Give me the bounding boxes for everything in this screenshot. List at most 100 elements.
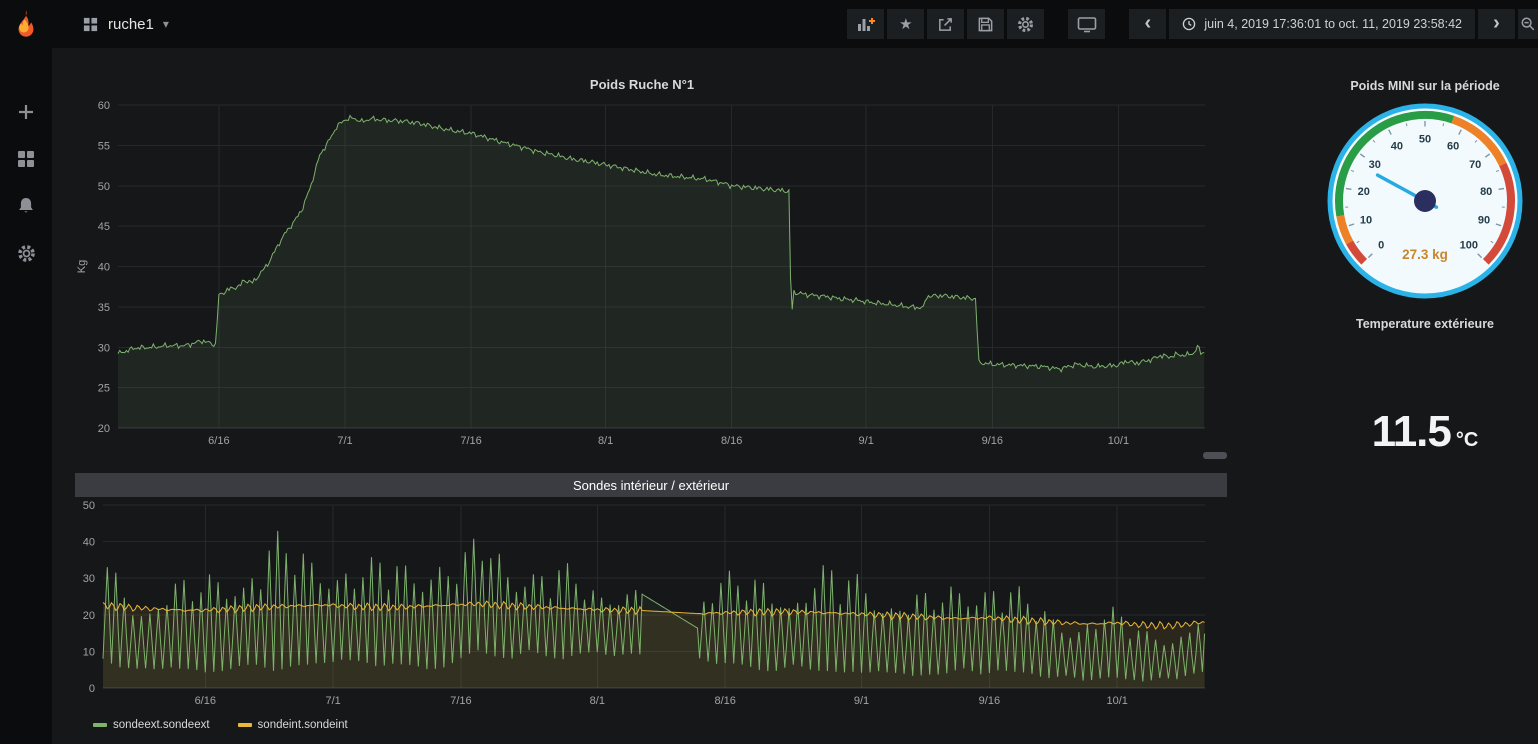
- dashboard-settings-button[interactable]: [1007, 9, 1045, 39]
- svg-text:30: 30: [83, 573, 95, 585]
- tv-icon: [1077, 17, 1097, 33]
- sidebar: [0, 0, 52, 744]
- svg-text:7/16: 7/16: [460, 435, 481, 447]
- svg-text:Kg: Kg: [76, 260, 88, 273]
- svg-text:10/1: 10/1: [1108, 435, 1129, 447]
- svg-text:35: 35: [98, 302, 110, 314]
- time-range-picker[interactable]: juin 4, 2019 17:36:01 to oct. 11, 2019 2…: [1169, 9, 1475, 39]
- star-button[interactable]: ★: [887, 9, 925, 39]
- chevron-right-icon: ›: [1493, 11, 1500, 34]
- dashboard-title[interactable]: ruche1: [108, 16, 154, 33]
- svg-text:40: 40: [98, 262, 110, 274]
- svg-text:9/16: 9/16: [979, 695, 1000, 707]
- svg-text:0: 0: [89, 683, 95, 695]
- svg-text:55: 55: [98, 140, 110, 152]
- panel-header-sondes[interactable]: Sondes intérieur / extérieur: [75, 473, 1227, 497]
- scrollbar-thumb[interactable]: [1203, 452, 1227, 459]
- add-panel-button[interactable]: [847, 9, 885, 39]
- svg-text:0: 0: [1378, 239, 1384, 251]
- panel-title-poids[interactable]: Poids Ruche N°1: [57, 77, 1227, 92]
- svg-text:30: 30: [98, 342, 110, 354]
- legend-color-sondeint: [237, 723, 252, 727]
- sidebar-item-create[interactable]: [14, 100, 38, 124]
- star-icon: ★: [899, 15, 913, 33]
- svg-text:20: 20: [1358, 186, 1370, 198]
- sondes-chart[interactable]: 0 10 20 30 40 50 6/16 7/1 7/16 8/1 8/16 9/1 9/16 10/1: [75, 497, 1227, 722]
- svg-text:8/1: 8/1: [590, 695, 605, 707]
- save-button[interactable]: [967, 9, 1005, 39]
- svg-text:30: 30: [1369, 159, 1381, 171]
- legend-item-sondeint[interactable]: sondeint.sondeint: [237, 719, 348, 731]
- share-button[interactable]: [927, 9, 965, 39]
- time-forward-button[interactable]: ›: [1478, 9, 1515, 39]
- svg-text:80: 80: [1480, 186, 1492, 198]
- grafana-logo[interactable]: [0, 0, 52, 50]
- dashboard-icon: [83, 17, 98, 31]
- chevron-left-icon: ‹: [1144, 11, 1152, 34]
- svg-text:7/1: 7/1: [337, 435, 352, 447]
- tv-mode-button[interactable]: [1068, 9, 1106, 39]
- svg-text:6/16: 6/16: [208, 435, 229, 447]
- svg-text:7/1: 7/1: [325, 695, 340, 707]
- time-back-button[interactable]: ‹: [1129, 9, 1167, 39]
- svg-text:8/16: 8/16: [714, 695, 735, 707]
- right-column: Poids MINI sur la période 0 10 20 30 40 50 60 7…: [1322, 55, 1528, 735]
- svg-text:45: 45: [98, 221, 110, 233]
- panel-sondes: Sondes intérieur / extérieur 0 10 20 30 40 50…: [75, 473, 1227, 739]
- svg-text:7/16: 7/16: [450, 695, 471, 707]
- chevron-down-icon[interactable]: ▾: [163, 17, 169, 31]
- bell-icon: [19, 198, 33, 213]
- sidebar-item-configuration[interactable]: [14, 241, 38, 265]
- svg-text:90: 90: [1478, 215, 1490, 227]
- temperature-unit: °C: [1455, 429, 1479, 451]
- svg-text:9/1: 9/1: [859, 435, 874, 447]
- svg-text:70: 70: [1469, 159, 1481, 171]
- svg-text:40: 40: [1391, 140, 1403, 152]
- svg-text:10/1: 10/1: [1107, 695, 1128, 707]
- clock-icon: [1183, 17, 1196, 31]
- zoom-out-icon: [1521, 17, 1534, 30]
- gauge-value: 27.3 kg: [1402, 247, 1448, 262]
- temperature-value: 11.5: [1371, 407, 1452, 456]
- panel-poids-ruche: 20 25 30 35 40 45 50 55 60 6/16 7/1 7/16 8/1 8/16 9/1 9…: [57, 55, 1227, 467]
- svg-text:10: 10: [1360, 215, 1372, 227]
- top-navbar: ruche1 ▾ ★ ‹ juin 4, 2019 17:36:01 to oc…: [52, 0, 1538, 48]
- sidebar-item-dashboards[interactable]: [14, 147, 38, 171]
- add-panel-icon: [857, 18, 875, 31]
- grafana-dashboard: ruche1 ▾ ★ ‹ juin 4, 2019 17:36:01 to oc…: [0, 0, 1538, 744]
- legend-color-sondeext: [93, 723, 107, 727]
- svg-text:50: 50: [1419, 134, 1431, 146]
- dashboards-grid-icon: [18, 151, 34, 167]
- svg-text:10: 10: [83, 646, 95, 658]
- sidebar-item-alerting[interactable]: [14, 194, 38, 218]
- svg-text:6/16: 6/16: [195, 695, 216, 707]
- legend-label-sondeint: sondeint.sondeint: [257, 719, 348, 731]
- panel-title-sondes: Sondes intérieur / extérieur: [572, 477, 730, 493]
- svg-text:60: 60: [98, 100, 110, 112]
- svg-text:9/16: 9/16: [982, 435, 1003, 447]
- svg-text:25: 25: [98, 383, 110, 395]
- svg-text:8/1: 8/1: [598, 435, 613, 447]
- svg-text:40: 40: [83, 537, 95, 549]
- gear-icon: [1018, 16, 1034, 32]
- legend-label-sondeext: sondeext.sondeext: [113, 719, 210, 731]
- svg-text:50: 50: [98, 181, 110, 193]
- grafana-flame-icon: [18, 10, 34, 37]
- panel-title-poids-mini[interactable]: Poids MINI sur la période: [1322, 79, 1528, 93]
- poids-mini-gauge: 0 10 20 30 40 50 60 70 80 90 100 27.3 kg: [1323, 99, 1527, 303]
- save-icon: [978, 17, 993, 31]
- svg-text:20: 20: [83, 610, 95, 622]
- gear-icon: [17, 244, 35, 262]
- svg-text:60: 60: [1447, 140, 1459, 152]
- panel-title-temperature[interactable]: Temperature extérieure: [1322, 317, 1528, 331]
- time-range-label: juin 4, 2019 17:36:01 to oct. 11, 2019 2…: [1204, 17, 1462, 31]
- zoom-out-button[interactable]: [1518, 9, 1538, 39]
- svg-text:100: 100: [1460, 239, 1478, 251]
- legend-item-sondeext[interactable]: sondeext.sondeext: [93, 719, 210, 731]
- poids-chart[interactable]: 20 25 30 35 40 45 50 55 60 6/16 7/1 7/16 8/1 8/16 9/1 9…: [57, 55, 1227, 472]
- svg-text:8/16: 8/16: [721, 435, 742, 447]
- svg-text:50: 50: [83, 500, 95, 512]
- svg-text:9/1: 9/1: [854, 695, 869, 707]
- plus-icon: [19, 105, 33, 119]
- temperature-stat: 11.5 °C: [1322, 407, 1528, 457]
